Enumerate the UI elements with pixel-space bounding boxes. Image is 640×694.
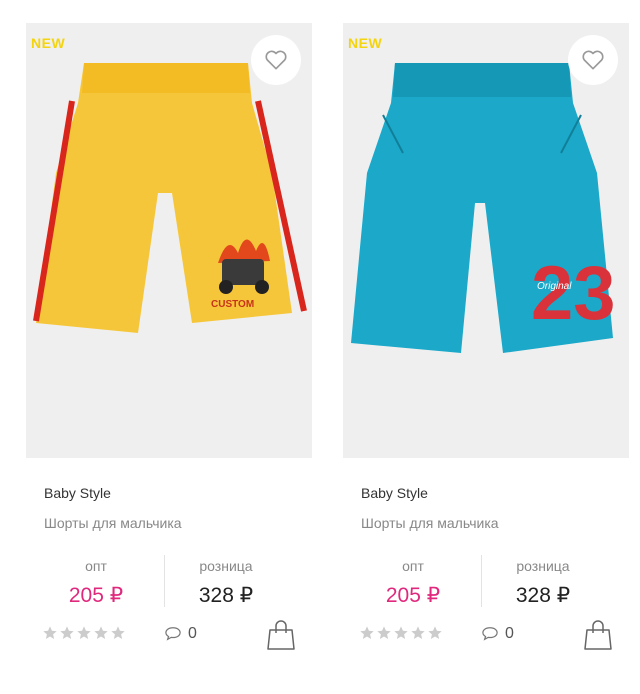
product-image: CUSTOM: [33, 63, 307, 333]
star-icon[interactable]: [93, 625, 109, 641]
star-icon[interactable]: [410, 625, 426, 641]
product-image: 23 Original: [351, 63, 616, 353]
new-badge: NEW: [31, 35, 66, 51]
favorite-button[interactable]: [568, 35, 618, 85]
product-card[interactable]: 23 Original NEW Baby Style Шорты для мал…: [343, 23, 629, 683]
comment-bubble-icon: [482, 627, 498, 641]
star-icon[interactable]: [110, 625, 126, 641]
comments-link[interactable]: 0: [164, 625, 197, 643]
star-icon[interactable]: [427, 625, 443, 641]
star-icon[interactable]: [376, 625, 392, 641]
svg-text:Original: Original: [537, 281, 572, 292]
retail-price-value: 328 ₽: [515, 584, 571, 607]
star-icon[interactable]: [76, 625, 92, 641]
shopping-bag-icon[interactable]: [266, 619, 296, 651]
star-icon[interactable]: [393, 625, 409, 641]
comment-bubble-icon: [165, 627, 181, 641]
comments-link[interactable]: 0: [481, 625, 514, 643]
heart-icon: [582, 50, 604, 70]
product-photo[interactable]: 23 Original NEW: [343, 23, 629, 458]
price-block: опт 205 ₽ розница 328 ₽: [343, 551, 629, 611]
new-badge: NEW: [348, 35, 383, 51]
shopping-bag-icon[interactable]: [583, 619, 613, 651]
product-brand[interactable]: Baby Style: [44, 485, 111, 501]
svg-text:23: 23: [531, 251, 616, 336]
wholesale-price-value: 205 ₽: [68, 584, 124, 607]
comments-count: 0: [188, 625, 197, 642]
price-block: опт 205 ₽ розница 328 ₽: [26, 551, 312, 611]
retail-price-value: 328 ₽: [198, 584, 254, 607]
heart-icon: [265, 50, 287, 70]
wholesale-price-label: опт: [85, 558, 107, 574]
card-footer: 0: [26, 619, 312, 659]
price-divider: [481, 555, 482, 607]
product-name[interactable]: Шорты для мальчика: [44, 515, 182, 531]
retail-price: розница 328 ₽: [166, 551, 286, 608]
wholesale-price-value: 205 ₽: [385, 584, 441, 607]
retail-price-label: розница: [199, 558, 253, 574]
wholesale-price: опт 205 ₽: [26, 551, 166, 608]
retail-price-label: розница: [516, 558, 570, 574]
product-photo[interactable]: CUSTOM NEW: [26, 23, 312, 458]
retail-price: розница 328 ₽: [483, 551, 603, 608]
card-footer: 0: [343, 619, 629, 659]
star-icon[interactable]: [42, 625, 58, 641]
product-name[interactable]: Шорты для мальчика: [361, 515, 499, 531]
favorite-button[interactable]: [251, 35, 301, 85]
rating-stars[interactable]: [359, 625, 443, 641]
product-card[interactable]: CUSTOM NEW Baby Style Шорты для мальчика…: [26, 23, 312, 683]
comments-count: 0: [505, 625, 514, 642]
rating-stars[interactable]: [42, 625, 126, 641]
wholesale-price-label: опт: [402, 558, 424, 574]
star-icon[interactable]: [359, 625, 375, 641]
price-divider: [164, 555, 165, 607]
wholesale-price: опт 205 ₽: [343, 551, 483, 608]
product-brand[interactable]: Baby Style: [361, 485, 428, 501]
svg-text:CUSTOM: CUSTOM: [211, 299, 254, 310]
star-icon[interactable]: [59, 625, 75, 641]
